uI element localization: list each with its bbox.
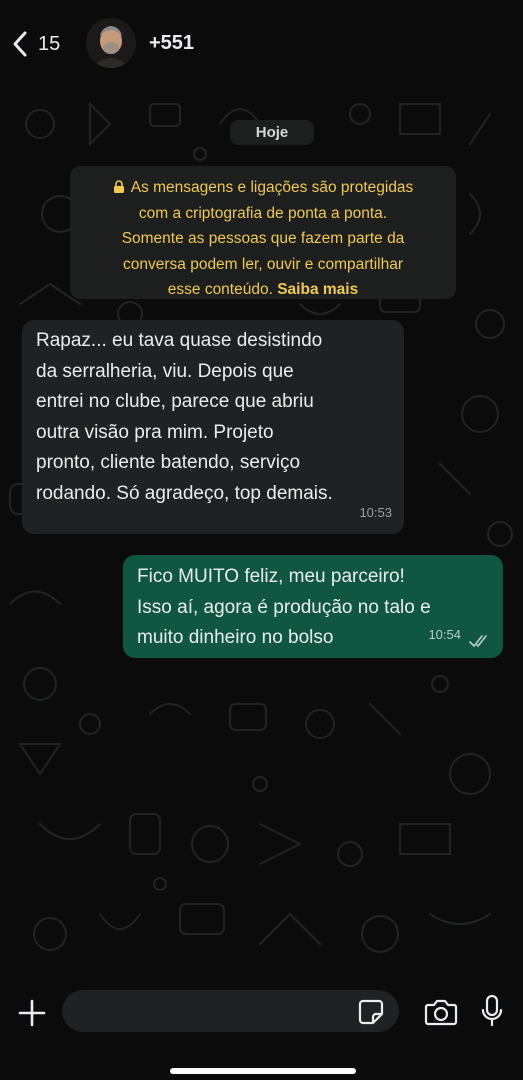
notice-line: conversa podem ler, ouvir e compartilhar — [123, 255, 403, 273]
learn-more-link[interactable]: Saiba mais — [277, 281, 358, 298]
lock-icon — [113, 180, 124, 193]
chevron-left-icon — [13, 31, 27, 57]
avatar[interactable] — [86, 18, 136, 68]
message-line: da serralheria, viu. Depois que — [36, 360, 294, 382]
contact-avatar-icon — [86, 18, 136, 68]
mic-icon[interactable] — [480, 994, 504, 1028]
sticker-icon[interactable] — [357, 998, 385, 1026]
message-line: rodando. Só agradeço, top demais. — [36, 482, 333, 504]
encryption-notice[interactable]: As mensagens e ligações são protegidas c… — [70, 166, 456, 299]
date-chip: Hoje — [230, 120, 314, 145]
unread-count: 15 — [38, 32, 61, 55]
home-indicator[interactable] — [170, 1068, 356, 1074]
message-line: Isso aí, agora é produção no talo e — [137, 596, 431, 618]
message-time: 10:53 — [359, 504, 392, 520]
message-line: Rapaz... eu tava quase desistindo — [36, 330, 323, 351]
message-input[interactable] — [62, 990, 399, 1032]
camera-icon[interactable] — [424, 998, 458, 1026]
plus-icon[interactable] — [17, 998, 47, 1028]
chat-screen: 15 +551 Hoje As mensagens e ligações são… — [0, 0, 523, 1080]
message-line: outra visão pra mim. Projeto — [36, 421, 274, 443]
message-line: Fico MUITO feliz, meu parceiro! — [137, 566, 405, 587]
notice-line: Somente as pessoas que fazem parte da — [121, 230, 405, 247]
notice-line: com a criptografia de ponta a ponta. — [138, 204, 388, 222]
notice-line: esse conteúdo. — [167, 281, 273, 298]
chat-header: 15 +551 — [0, 0, 523, 84]
back-button[interactable]: 15 — [8, 26, 60, 62]
outgoing-message[interactable]: Fico MUITO feliz, meu parceiro! Isso aí,… — [123, 555, 503, 658]
incoming-message[interactable]: Rapaz... eu tava quase desistindo da ser… — [22, 320, 404, 534]
contact-name[interactable]: +551 — [149, 32, 201, 55]
double-check-icon — [469, 635, 487, 648]
composer-bar — [0, 984, 523, 1080]
message-line: pronto, cliente batendo, serviço — [36, 452, 301, 473]
notice-line: As mensagens e ligações são protegidas — [113, 179, 413, 196]
message-line: entrei no clube, parece que abriu — [36, 391, 314, 412]
message-time: 10:54 — [428, 626, 461, 642]
